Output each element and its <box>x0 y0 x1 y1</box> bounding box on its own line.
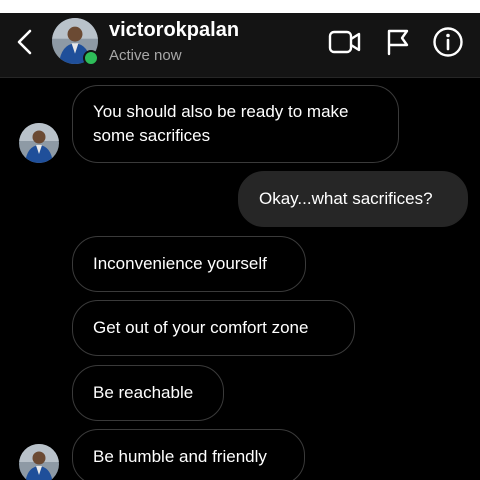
message-text-line: some sacrifices <box>93 126 211 145</box>
report-button[interactable] <box>380 24 416 60</box>
message-bubble-incoming[interactable]: Be reachable <box>72 365 224 421</box>
chevron-left-icon <box>17 29 32 55</box>
message-text: Okay...what sacrifices? <box>259 189 433 208</box>
video-call-button[interactable] <box>327 24 363 60</box>
info-icon <box>433 27 463 57</box>
message-bubble-incoming[interactable]: Inconvenience yourself <box>72 236 306 292</box>
status-bar-strip <box>0 0 480 13</box>
chat-screen: victorokpalan Active now You should also… <box>0 0 480 480</box>
message-text: Be reachable <box>93 383 194 402</box>
chat-header: victorokpalan Active now <box>0 13 480 78</box>
message-text-line: You should also be ready to make <box>93 102 349 121</box>
active-status: Active now <box>109 47 182 64</box>
online-indicator <box>83 50 99 66</box>
message-bubble-incoming[interactable]: Be humble and friendly <box>72 429 305 480</box>
sender-avatar[interactable] <box>19 444 59 480</box>
message-text: Inconvenience yourself <box>93 254 267 273</box>
profile-photo <box>19 444 59 480</box>
video-call-icon <box>328 30 361 54</box>
sender-avatar[interactable] <box>19 123 59 163</box>
profile-photo <box>19 123 59 163</box>
message-text: Get out of your comfort zone <box>93 318 309 337</box>
message-bubble-incoming[interactable]: Get out of your comfort zone <box>72 300 355 356</box>
info-button[interactable] <box>430 24 466 60</box>
message-bubble-incoming[interactable]: You should also be ready to make some sa… <box>72 85 399 163</box>
flag-icon <box>387 29 409 56</box>
message-bubble-outgoing[interactable]: Okay...what sacrifices? <box>238 171 468 227</box>
message-text: Be humble and friendly <box>93 447 267 466</box>
contact-name[interactable]: victorokpalan <box>109 19 239 42</box>
back-button[interactable] <box>8 25 42 59</box>
